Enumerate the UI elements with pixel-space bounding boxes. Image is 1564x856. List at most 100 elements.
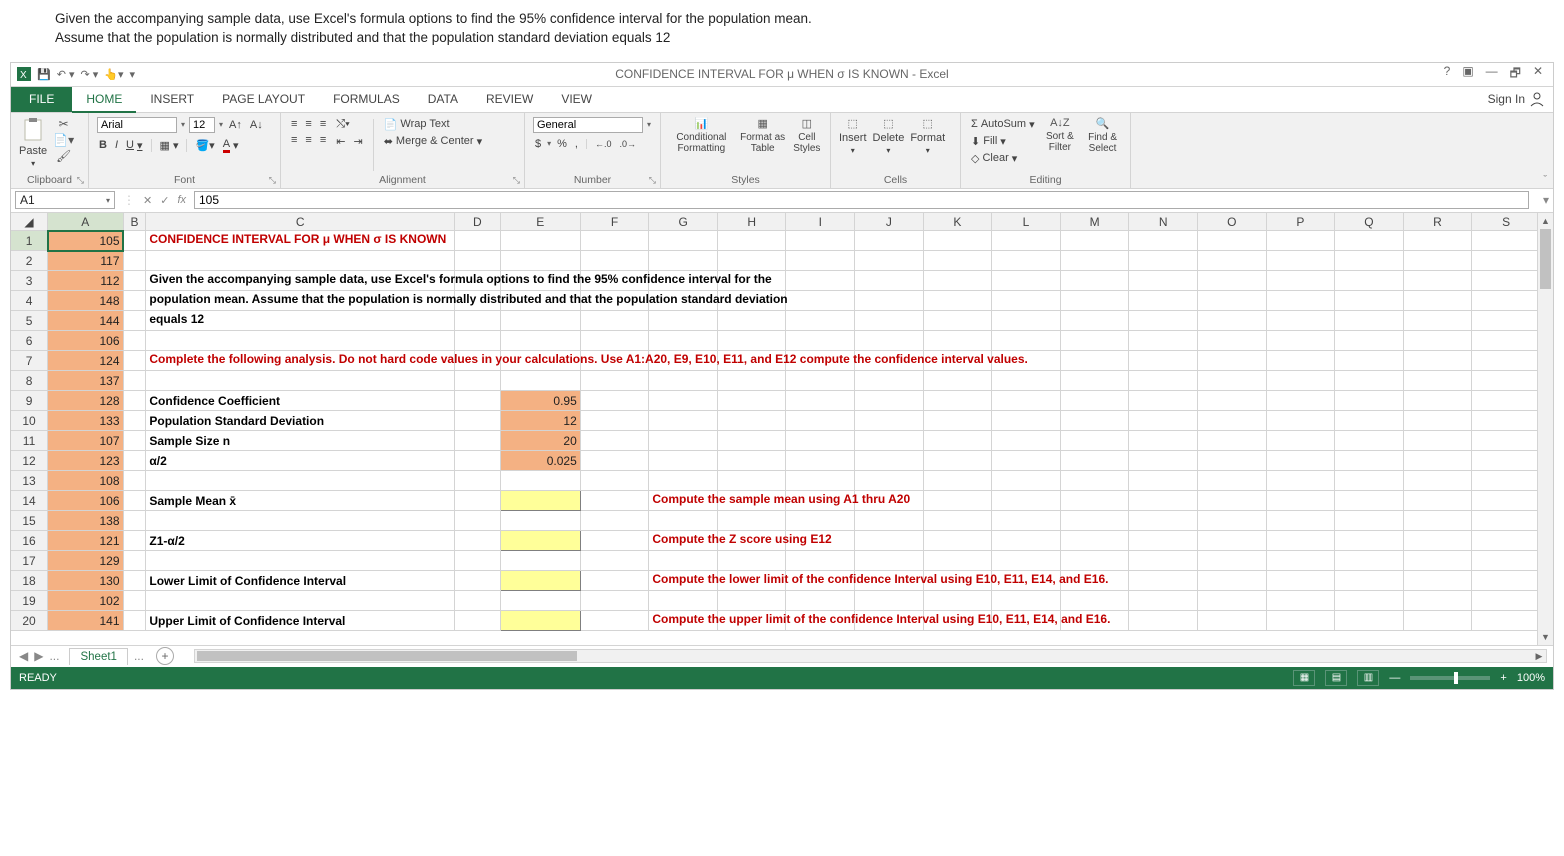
row-header[interactable]: 10 bbox=[11, 411, 48, 431]
cell[interactable] bbox=[1335, 531, 1404, 551]
cell[interactable] bbox=[1266, 591, 1335, 611]
cell[interactable]: 112 bbox=[48, 271, 123, 291]
cell[interactable] bbox=[1129, 311, 1198, 331]
cell[interactable] bbox=[1129, 571, 1198, 591]
cell[interactable] bbox=[1129, 551, 1198, 571]
cell[interactable] bbox=[1197, 311, 1266, 331]
cell[interactable] bbox=[1403, 371, 1472, 391]
cell[interactable] bbox=[1472, 511, 1541, 531]
insert-button[interactable]: ⬚Insert▾ bbox=[839, 117, 867, 155]
cell[interactable] bbox=[1403, 611, 1472, 631]
cell[interactable] bbox=[580, 491, 649, 511]
cell[interactable] bbox=[500, 371, 580, 391]
cell[interactable] bbox=[786, 591, 855, 611]
cell[interactable] bbox=[649, 311, 718, 331]
cell[interactable] bbox=[855, 251, 924, 271]
cell[interactable] bbox=[1266, 371, 1335, 391]
cell[interactable] bbox=[1197, 251, 1266, 271]
cell[interactable] bbox=[123, 231, 146, 251]
cell[interactable]: Compute the sample mean using A1 thru A2… bbox=[649, 491, 718, 511]
cell[interactable] bbox=[923, 431, 992, 451]
row-header[interactable]: 9 bbox=[11, 391, 48, 411]
cell[interactable] bbox=[1335, 371, 1404, 391]
select-all-corner[interactable]: ◢ bbox=[11, 213, 48, 231]
cell[interactable] bbox=[123, 571, 146, 591]
cell[interactable] bbox=[1129, 491, 1198, 511]
cell[interactable] bbox=[1403, 411, 1472, 431]
cell[interactable] bbox=[923, 371, 992, 391]
cell[interactable] bbox=[123, 411, 146, 431]
cell[interactable] bbox=[1266, 611, 1335, 631]
col-header[interactable]: D bbox=[455, 213, 501, 231]
cell[interactable]: Population Standard Deviation bbox=[146, 411, 455, 431]
cell[interactable] bbox=[786, 271, 855, 291]
cell[interactable] bbox=[580, 371, 649, 391]
align-left-icon[interactable]: ≡ bbox=[289, 133, 299, 147]
cell[interactable] bbox=[1197, 531, 1266, 551]
increase-decimal-icon[interactable]: ←.0 bbox=[593, 138, 614, 150]
cell[interactable] bbox=[1060, 231, 1129, 251]
row-header[interactable]: 20 bbox=[11, 611, 48, 631]
col-header[interactable]: M bbox=[1060, 213, 1129, 231]
cell[interactable]: 102 bbox=[48, 591, 123, 611]
cell[interactable]: 129 bbox=[48, 551, 123, 571]
cell[interactable] bbox=[1129, 271, 1198, 291]
cell[interactable]: 106 bbox=[48, 491, 123, 511]
cell[interactable] bbox=[1266, 571, 1335, 591]
cell[interactable] bbox=[1266, 511, 1335, 531]
cell[interactable] bbox=[123, 251, 146, 271]
cell[interactable] bbox=[786, 431, 855, 451]
cell[interactable] bbox=[649, 511, 718, 531]
cell[interactable] bbox=[1335, 431, 1404, 451]
cell[interactable] bbox=[992, 291, 1061, 311]
cell[interactable] bbox=[123, 391, 146, 411]
cell[interactable] bbox=[855, 291, 924, 311]
cell[interactable]: Confidence Coefficient bbox=[146, 391, 455, 411]
cell[interactable]: 105 bbox=[48, 231, 123, 251]
cell[interactable] bbox=[992, 271, 1061, 291]
cell[interactable]: 108 bbox=[48, 471, 123, 491]
cell[interactable] bbox=[1129, 511, 1198, 531]
cell[interactable] bbox=[923, 251, 992, 271]
cell[interactable] bbox=[786, 471, 855, 491]
cell[interactable] bbox=[1266, 551, 1335, 571]
cell[interactable] bbox=[1472, 491, 1541, 511]
normal-view-icon[interactable]: ▦ bbox=[1293, 670, 1315, 686]
minimize-icon[interactable]: — bbox=[1486, 64, 1498, 85]
cell[interactable]: α/2 bbox=[146, 451, 455, 471]
cell[interactable] bbox=[1266, 431, 1335, 451]
cell[interactable] bbox=[855, 271, 924, 291]
cell[interactable] bbox=[500, 251, 580, 271]
align-bottom-icon[interactable]: ≡ bbox=[318, 117, 328, 131]
close-icon[interactable]: ✕ bbox=[1533, 64, 1543, 85]
cut-icon[interactable]: ✂ bbox=[53, 117, 74, 131]
col-header[interactable]: R bbox=[1403, 213, 1472, 231]
cell[interactable] bbox=[1472, 531, 1541, 551]
col-header[interactable]: A bbox=[48, 213, 123, 231]
cell[interactable] bbox=[992, 331, 1061, 351]
cell[interactable] bbox=[1197, 491, 1266, 511]
cell[interactable] bbox=[580, 331, 649, 351]
cell[interactable] bbox=[786, 251, 855, 271]
cell[interactable] bbox=[923, 271, 992, 291]
cell[interactable] bbox=[992, 371, 1061, 391]
cell[interactable] bbox=[123, 551, 146, 571]
cell[interactable] bbox=[1472, 591, 1541, 611]
cell[interactable] bbox=[1197, 371, 1266, 391]
cell[interactable] bbox=[1266, 491, 1335, 511]
cell[interactable] bbox=[1472, 251, 1541, 271]
sheet-nav-dots[interactable]: ... bbox=[49, 649, 59, 663]
cell[interactable]: Complete the following analysis. Do not … bbox=[146, 351, 455, 371]
cell[interactable] bbox=[923, 451, 992, 471]
cell[interactable] bbox=[1060, 491, 1129, 511]
col-header[interactable]: E bbox=[500, 213, 580, 231]
cell[interactable] bbox=[923, 411, 992, 431]
cell[interactable]: 117 bbox=[48, 251, 123, 271]
increase-indent-icon[interactable]: ⇥ bbox=[351, 134, 364, 149]
horizontal-scrollbar[interactable]: ◀ ▶ bbox=[194, 649, 1547, 663]
tab-home[interactable]: HOME bbox=[72, 87, 136, 112]
cell[interactable] bbox=[1266, 471, 1335, 491]
cell[interactable] bbox=[855, 231, 924, 251]
cell[interactable] bbox=[455, 231, 501, 251]
cell[interactable] bbox=[855, 591, 924, 611]
